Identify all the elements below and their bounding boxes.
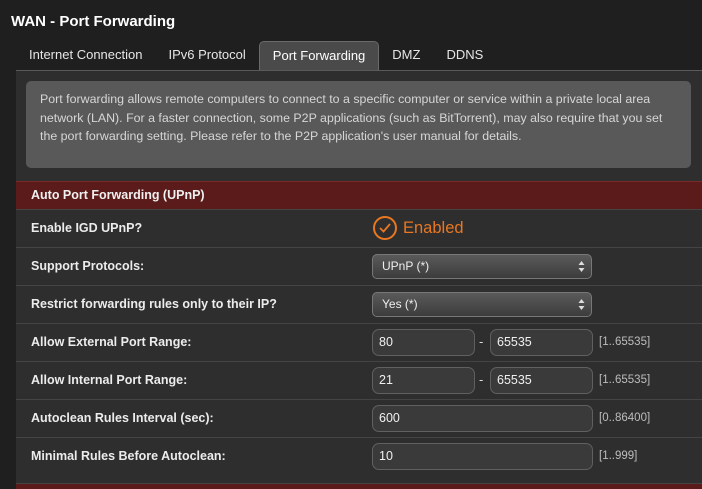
row-autoclean-interval: Autoclean Rules Interval (sec): 600 [0..… [16,399,702,436]
enable-igd-toggle[interactable]: Enabled [373,216,464,240]
range-separator: - [479,372,484,387]
tab-ddns[interactable]: DDNS [433,41,496,70]
minimal-rules-label: Minimal Rules Before Autoclean: [31,449,226,463]
tab-ipv6-protocol[interactable]: IPv6 Protocol [155,41,258,70]
page-title: WAN - Port Forwarding [11,13,176,30]
external-range-from-input[interactable]: 80 [372,329,475,356]
support-protocols-label: Support Protocols: [31,259,145,273]
external-range-to-input[interactable]: 65535 [490,329,593,356]
row-minimal-rules: Minimal Rules Before Autoclean: 10 [1..9… [16,437,702,474]
restrict-forwarding-value: Yes (*) [382,297,418,311]
internal-range-label: Allow Internal Port Range: [31,373,188,387]
autoclean-interval-input[interactable]: 600 [372,405,593,432]
tab-dmz[interactable]: DMZ [379,41,433,70]
autoclean-interval-hint: [0..86400] [599,412,651,424]
select-arrows-icon [578,299,585,310]
enable-igd-status: Enabled [403,218,464,237]
range-separator: - [479,334,484,349]
external-range-label: Allow External Port Range: [31,335,192,349]
select-arrows-icon [578,261,585,272]
tab-bar: Internet Connection IPv6 Protocol Port F… [16,40,496,70]
row-enable-igd: Enable IGD UPnP? Enabled [16,209,702,246]
support-protocols-value: UPnP (*) [382,259,430,273]
check-circle-icon [373,216,397,240]
restrict-forwarding-select[interactable]: Yes (*) [372,292,592,317]
section-header-upnp: Auto Port Forwarding (UPnP) [16,181,702,209]
internal-range-hint: [1..65535] [599,374,651,386]
next-section-header [16,483,702,489]
enable-igd-label: Enable IGD UPnP? [31,221,143,235]
minimal-rules-input[interactable]: 10 [372,443,593,470]
tab-internet-connection[interactable]: Internet Connection [16,41,155,70]
minimal-rules-hint: [1..999] [599,450,638,462]
external-range-hint: [1..65535] [599,336,651,348]
restrict-forwarding-label: Restrict forwarding rules only to their … [31,297,277,311]
tab-port-forwarding[interactable]: Port Forwarding [258,41,380,70]
internal-range-to-input[interactable]: 65535 [490,367,593,394]
support-protocols-select[interactable]: UPnP (*) [372,254,592,279]
info-box: Port forwarding allows remote computers … [26,81,691,168]
row-restrict-forwarding: Restrict forwarding rules only to their … [16,285,702,322]
row-external-port-range: Allow External Port Range: 80 - 65535 [1… [16,323,702,360]
row-internal-port-range: Allow Internal Port Range: 21 - 65535 [1… [16,361,702,398]
row-support-protocols: Support Protocols: UPnP (*) [16,247,702,284]
autoclean-interval-label: Autoclean Rules Interval (sec): [31,411,214,425]
internal-range-from-input[interactable]: 21 [372,367,475,394]
